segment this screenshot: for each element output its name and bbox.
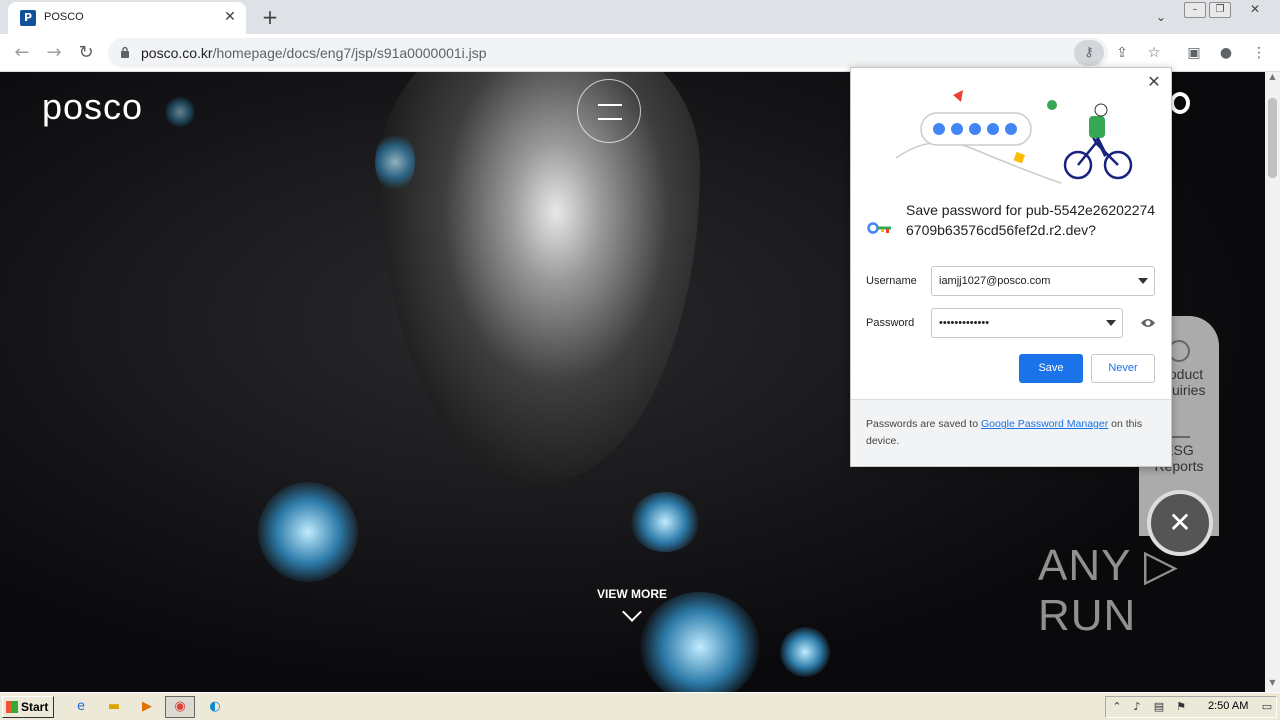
never-button[interactable]: Never <box>1091 354 1155 383</box>
tab-strip: P POSCO ✕ + ⌄ – ❐ ✕ <box>0 0 1280 34</box>
side-panel-icon[interactable]: ▣ <box>1180 39 1208 67</box>
dialog-footer: Passwords are saved to Google Password M… <box>851 399 1171 466</box>
chrome-icon[interactable]: ◉ <box>165 696 195 718</box>
dialog-close-icon[interactable]: ✕ <box>1145 74 1163 92</box>
hamburger-menu-button[interactable] <box>577 79 641 143</box>
save-button[interactable]: Save <box>1019 354 1083 383</box>
dropdown-arrow-icon[interactable] <box>1138 278 1148 284</box>
tab-search-chevron-icon[interactable]: ⌄ <box>1150 6 1172 28</box>
reload-icon[interactable]: ↻ <box>72 39 100 67</box>
tab-title: POSCO <box>44 11 84 23</box>
restore-button[interactable]: ❐ <box>1209 2 1231 18</box>
url-text: posco.co.kr/homepage/docs/eng7/jsp/s91a0… <box>141 45 487 61</box>
folder-icon[interactable]: ▬ <box>103 697 125 717</box>
dropdown-arrow-icon[interactable] <box>1106 320 1116 326</box>
edge-icon[interactable]: ◐ <box>204 697 226 717</box>
password-illustration <box>895 90 1133 184</box>
lock-icon <box>121 46 129 58</box>
share-icon[interactable]: ⇪ <box>1110 41 1134 65</box>
system-tray: ⌃ ♪ ▤ ⚑ 2:50 AM ▭ <box>1105 696 1277 718</box>
profile-avatar-icon[interactable]: ● <box>1212 39 1240 67</box>
posco-logo[interactable]: posco <box>42 86 143 128</box>
posco-favicon: P <box>20 10 36 26</box>
clock[interactable]: 2:50 AM <box>1208 700 1248 712</box>
water-bubble <box>165 97 195 127</box>
password-manager-link[interactable]: Google Password Manager <box>981 418 1108 430</box>
windows-taskbar: Start e ▬ ▶ ◉ ◐ ⌃ ♪ ▤ ⚑ 2:50 AM ▭ <box>0 692 1280 720</box>
media-player-icon[interactable]: ▶ <box>136 697 158 717</box>
tab-close-icon[interactable]: ✕ <box>222 9 238 25</box>
tray-expand-icon[interactable]: ⌃ <box>1110 700 1124 714</box>
water-bubble <box>780 627 830 677</box>
water-bubble <box>258 482 358 582</box>
logo-fragment-icon <box>1170 92 1190 114</box>
footer-text: Passwords are saved to <box>866 418 981 430</box>
ie-icon[interactable]: e <box>70 697 92 717</box>
save-password-dialog: ✕ Save password for pub-5542e26202274670… <box>850 67 1172 467</box>
username-value: iamjj1027@posco.com <box>939 275 1051 287</box>
google-key-icon <box>867 222 891 234</box>
water-bubble <box>375 132 415 192</box>
forward-icon[interactable]: → <box>40 39 68 67</box>
water-bubble <box>630 492 700 552</box>
water-drop-image <box>380 72 700 482</box>
password-value: ••••••••••••• <box>939 317 990 329</box>
back-icon[interactable]: ← <box>8 39 36 67</box>
password-key-icon[interactable]: ⚷ <box>1074 40 1104 66</box>
new-tab-button[interactable]: + <box>258 5 282 29</box>
close-window-button[interactable]: ✕ <box>1244 2 1266 18</box>
dialog-title: Save password for pub-5542e262022746709b… <box>906 202 1156 238</box>
network-icon[interactable]: ▤ <box>1152 700 1166 714</box>
windows-logo-icon <box>6 701 18 713</box>
bookmark-star-icon[interactable]: ☆ <box>1142 41 1166 65</box>
scroll-up-icon[interactable]: ▲ <box>1265 72 1280 86</box>
view-more-label: VIEW MORE <box>596 587 667 601</box>
anyrun-watermark: ANY ▷ RUN <box>1038 541 1179 640</box>
scroll-down-icon[interactable]: ▼ <box>1265 678 1280 692</box>
username-label: Username <box>866 275 917 287</box>
minimize-button[interactable]: – <box>1184 2 1206 18</box>
page-scrollbar[interactable]: ▲ ▼ <box>1265 72 1280 692</box>
flag-icon[interactable]: ⚑ <box>1174 700 1188 714</box>
password-field[interactable]: ••••••••••••• <box>931 308 1123 338</box>
address-bar[interactable]: posco.co.kr/homepage/docs/eng7/jsp/s91a0… <box>108 38 1160 68</box>
menu-kebab-icon[interactable]: ⋮ <box>1245 39 1273 67</box>
hamburger-icon <box>598 104 622 120</box>
password-label: Password <box>866 317 915 329</box>
eye-icon[interactable] <box>1140 317 1156 329</box>
scrollbar-thumb[interactable] <box>1268 98 1277 178</box>
start-label: Start <box>21 700 49 714</box>
tab-posco[interactable]: P POSCO ✕ <box>8 2 246 34</box>
show-desktop-icon[interactable]: ▭ <box>1260 700 1274 714</box>
username-field[interactable]: iamjj1027@posco.com <box>931 266 1155 296</box>
view-more-link[interactable]: VIEW MORE <box>582 587 682 622</box>
volume-icon[interactable]: ♪ <box>1130 700 1144 714</box>
start-button[interactable]: Start <box>2 696 54 718</box>
chevron-down-icon <box>622 602 642 622</box>
